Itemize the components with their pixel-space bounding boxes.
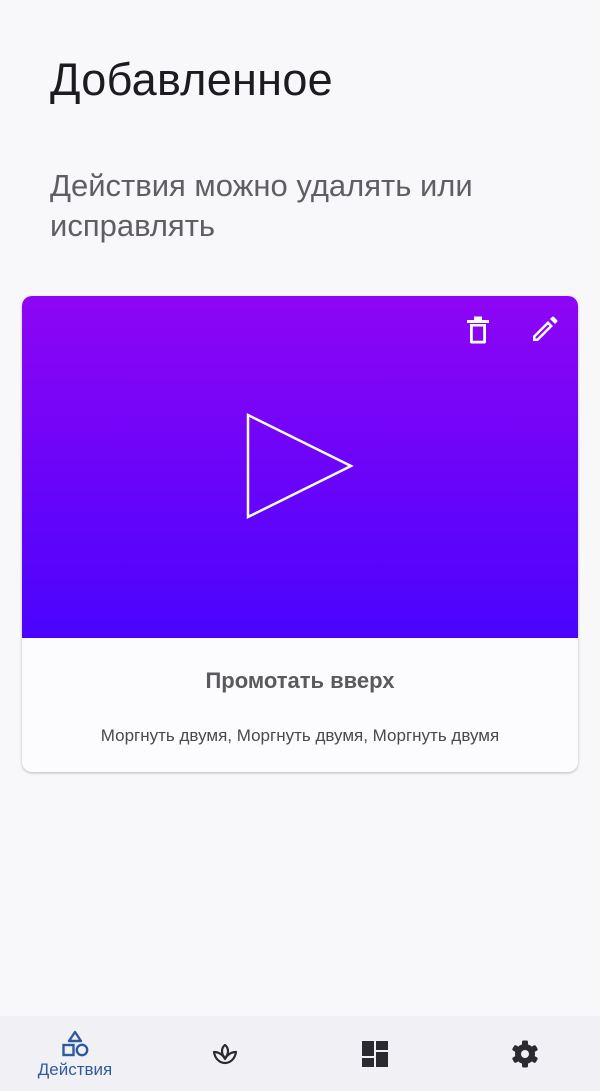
card-title: Промотать вверх bbox=[205, 668, 395, 693]
shapes-icon bbox=[62, 1030, 89, 1057]
delete-button[interactable] bbox=[458, 310, 498, 350]
nav-item-settings[interactable] bbox=[450, 1016, 600, 1091]
dashboard-icon bbox=[362, 1040, 388, 1067]
card-preview bbox=[22, 296, 578, 638]
bottom-navigation: Действия bbox=[0, 1016, 600, 1091]
nav-item-growth[interactable] bbox=[150, 1016, 300, 1091]
nav-label-actions: Действия bbox=[37, 1060, 113, 1079]
delete-icon bbox=[467, 316, 489, 344]
page-title: Добавленное bbox=[50, 54, 333, 105]
nav-item-dashboard[interactable] bbox=[300, 1016, 450, 1091]
play-icon bbox=[246, 412, 354, 520]
edit-icon bbox=[533, 316, 558, 341]
nav-item-actions[interactable]: Действия bbox=[0, 1016, 150, 1091]
gear-icon bbox=[512, 1040, 538, 1067]
page-subtitle: Действия можно удалять или исправлять bbox=[50, 168, 473, 243]
sprout-icon bbox=[212, 1043, 238, 1064]
action-card[interactable]: Промотать вверх Моргнуть двумя, Моргнуть… bbox=[22, 296, 578, 772]
card-gestures: Моргнуть двумя, Моргнуть двумя, Моргнуть… bbox=[100, 726, 500, 745]
edit-button[interactable] bbox=[524, 310, 564, 350]
